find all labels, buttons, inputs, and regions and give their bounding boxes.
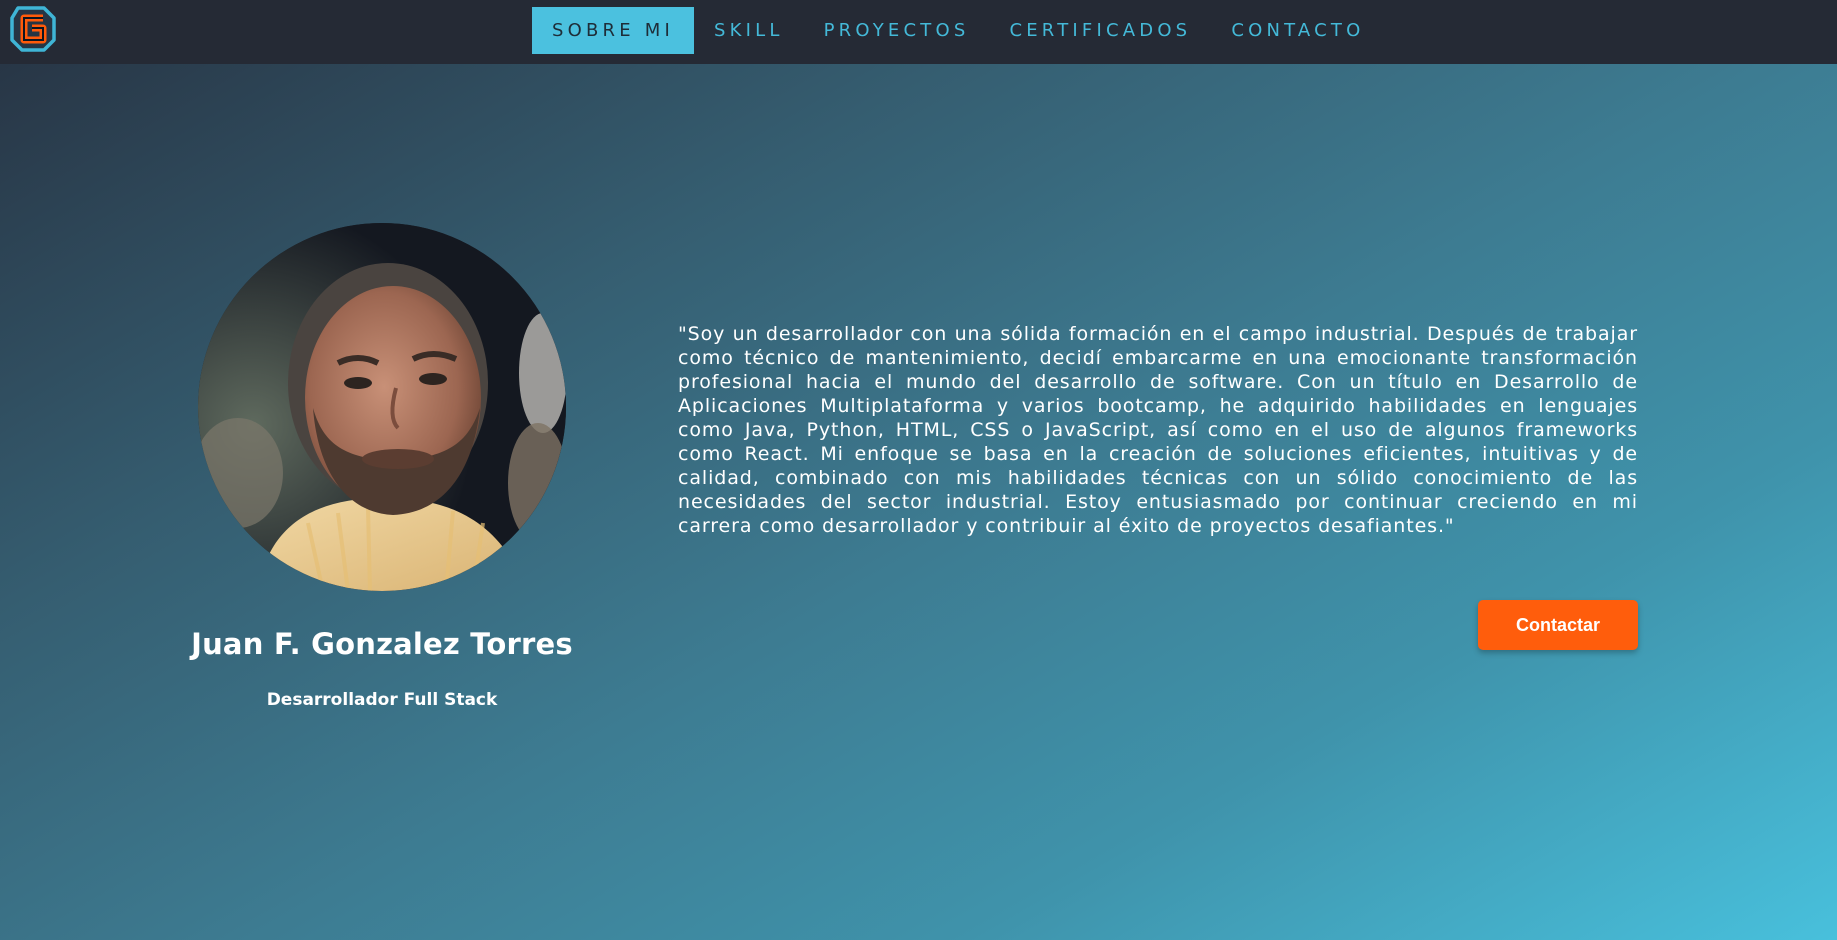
- nav-item-sobre-mi[interactable]: SOBRE MI: [532, 7, 694, 54]
- nav-item-skill[interactable]: SKILL: [694, 7, 804, 54]
- nav-item-contacto[interactable]: CONTACTO: [1211, 7, 1384, 54]
- profile-name: Juan F. Gonzalez Torres: [191, 627, 573, 661]
- top-navbar: SOBRE MI SKILL PROYECTOS CERTIFICADOS CO…: [0, 0, 1837, 64]
- nav-item-certificados[interactable]: CERTIFICADOS: [989, 7, 1211, 54]
- main-navigation: SOBRE MI SKILL PROYECTOS CERTIFICADOS CO…: [532, 7, 1384, 54]
- profile-photo: [198, 223, 566, 591]
- page: SOBRE MI SKILL PROYECTOS CERTIFICADOS CO…: [0, 0, 1837, 940]
- bio-text: "Soy un desarrollador con una sólida for…: [678, 323, 1638, 537]
- brand-logo-icon[interactable]: [8, 4, 58, 54]
- nav-item-proyectos[interactable]: PROYECTOS: [804, 7, 990, 54]
- contactar-button[interactable]: Contactar: [1478, 600, 1638, 650]
- profile-role: Desarrollador Full Stack: [266, 690, 498, 710]
- about-section: Juan F. Gonzalez Torres Desarrollador Fu…: [0, 64, 1837, 940]
